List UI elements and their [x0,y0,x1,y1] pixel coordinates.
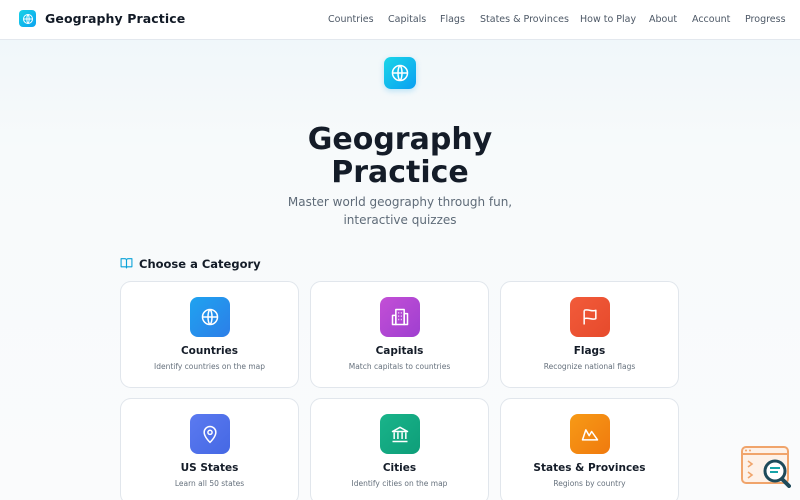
book-open-icon [120,254,133,273]
flag-icon [570,297,610,337]
category-card-capitals[interactable]: Capitals Match capitals to countries [310,281,489,388]
card-title: Capitals [375,345,424,357]
card-title: States & Provinces [533,462,646,474]
card-title: Cities [382,462,417,474]
card-title: US States [180,462,239,474]
card-description: Identify countries on the map [153,362,265,371]
globe-icon [190,297,230,337]
nav-about[interactable]: About [649,14,677,25]
top-navbar: Geography Practice Countries Capitals Fl… [0,0,800,40]
map-pin-icon [190,414,230,454]
section-title: Choose a Category [139,256,261,271]
page-subtitle-line-2: interactive quizzes [343,213,457,227]
building-icon [380,297,420,337]
page-title-line-1: Geography [307,122,493,157]
card-title: Flags [573,345,606,357]
page-title-line-2: Practice [331,155,469,190]
nav-countries[interactable]: Countries [328,14,374,25]
card-description: Identify cities on the map [351,479,448,488]
nav-capitals[interactable]: Capitals [388,14,426,25]
globe-icon [384,57,416,89]
page-subtitle-line-1: Master world geography through fun, [287,195,513,209]
nav-account[interactable]: Account [692,14,730,25]
card-description: Match capitals to countries [348,362,451,371]
nav-progress[interactable]: Progress [745,14,786,25]
card-title: Countries [180,345,239,357]
card-description: Learn all 50 states [174,479,245,488]
nav-how-to-play[interactable]: How to Play [580,14,636,25]
category-card-states-provinces[interactable]: States & Provinces Regions by country [500,398,679,500]
main-nav: Countries Capitals Flags States & Provin… [0,0,800,40]
category-card-us-states[interactable]: US States Learn all 50 states [120,398,299,500]
category-card-countries[interactable]: Countries Identify countries on the map [120,281,299,388]
page-subtitle: Master world geography through fun, inte… [270,193,530,229]
nav-states-provinces[interactable]: States & Provinces [480,14,569,25]
browser-search-icon [741,446,791,488]
card-description: Regions by country [553,479,626,488]
section-heading: Choose a Category [120,254,261,273]
page-title: Geography Practice [250,123,550,189]
landmark-icon [380,414,420,454]
search-widget-button[interactable] [741,446,791,488]
category-card-cities[interactable]: Cities Identify cities on the map [310,398,489,500]
card-description: Recognize national flags [543,362,636,371]
nav-flags[interactable]: Flags [440,14,465,25]
category-card-flags[interactable]: Flags Recognize national flags [500,281,679,388]
mountain-icon [570,414,610,454]
